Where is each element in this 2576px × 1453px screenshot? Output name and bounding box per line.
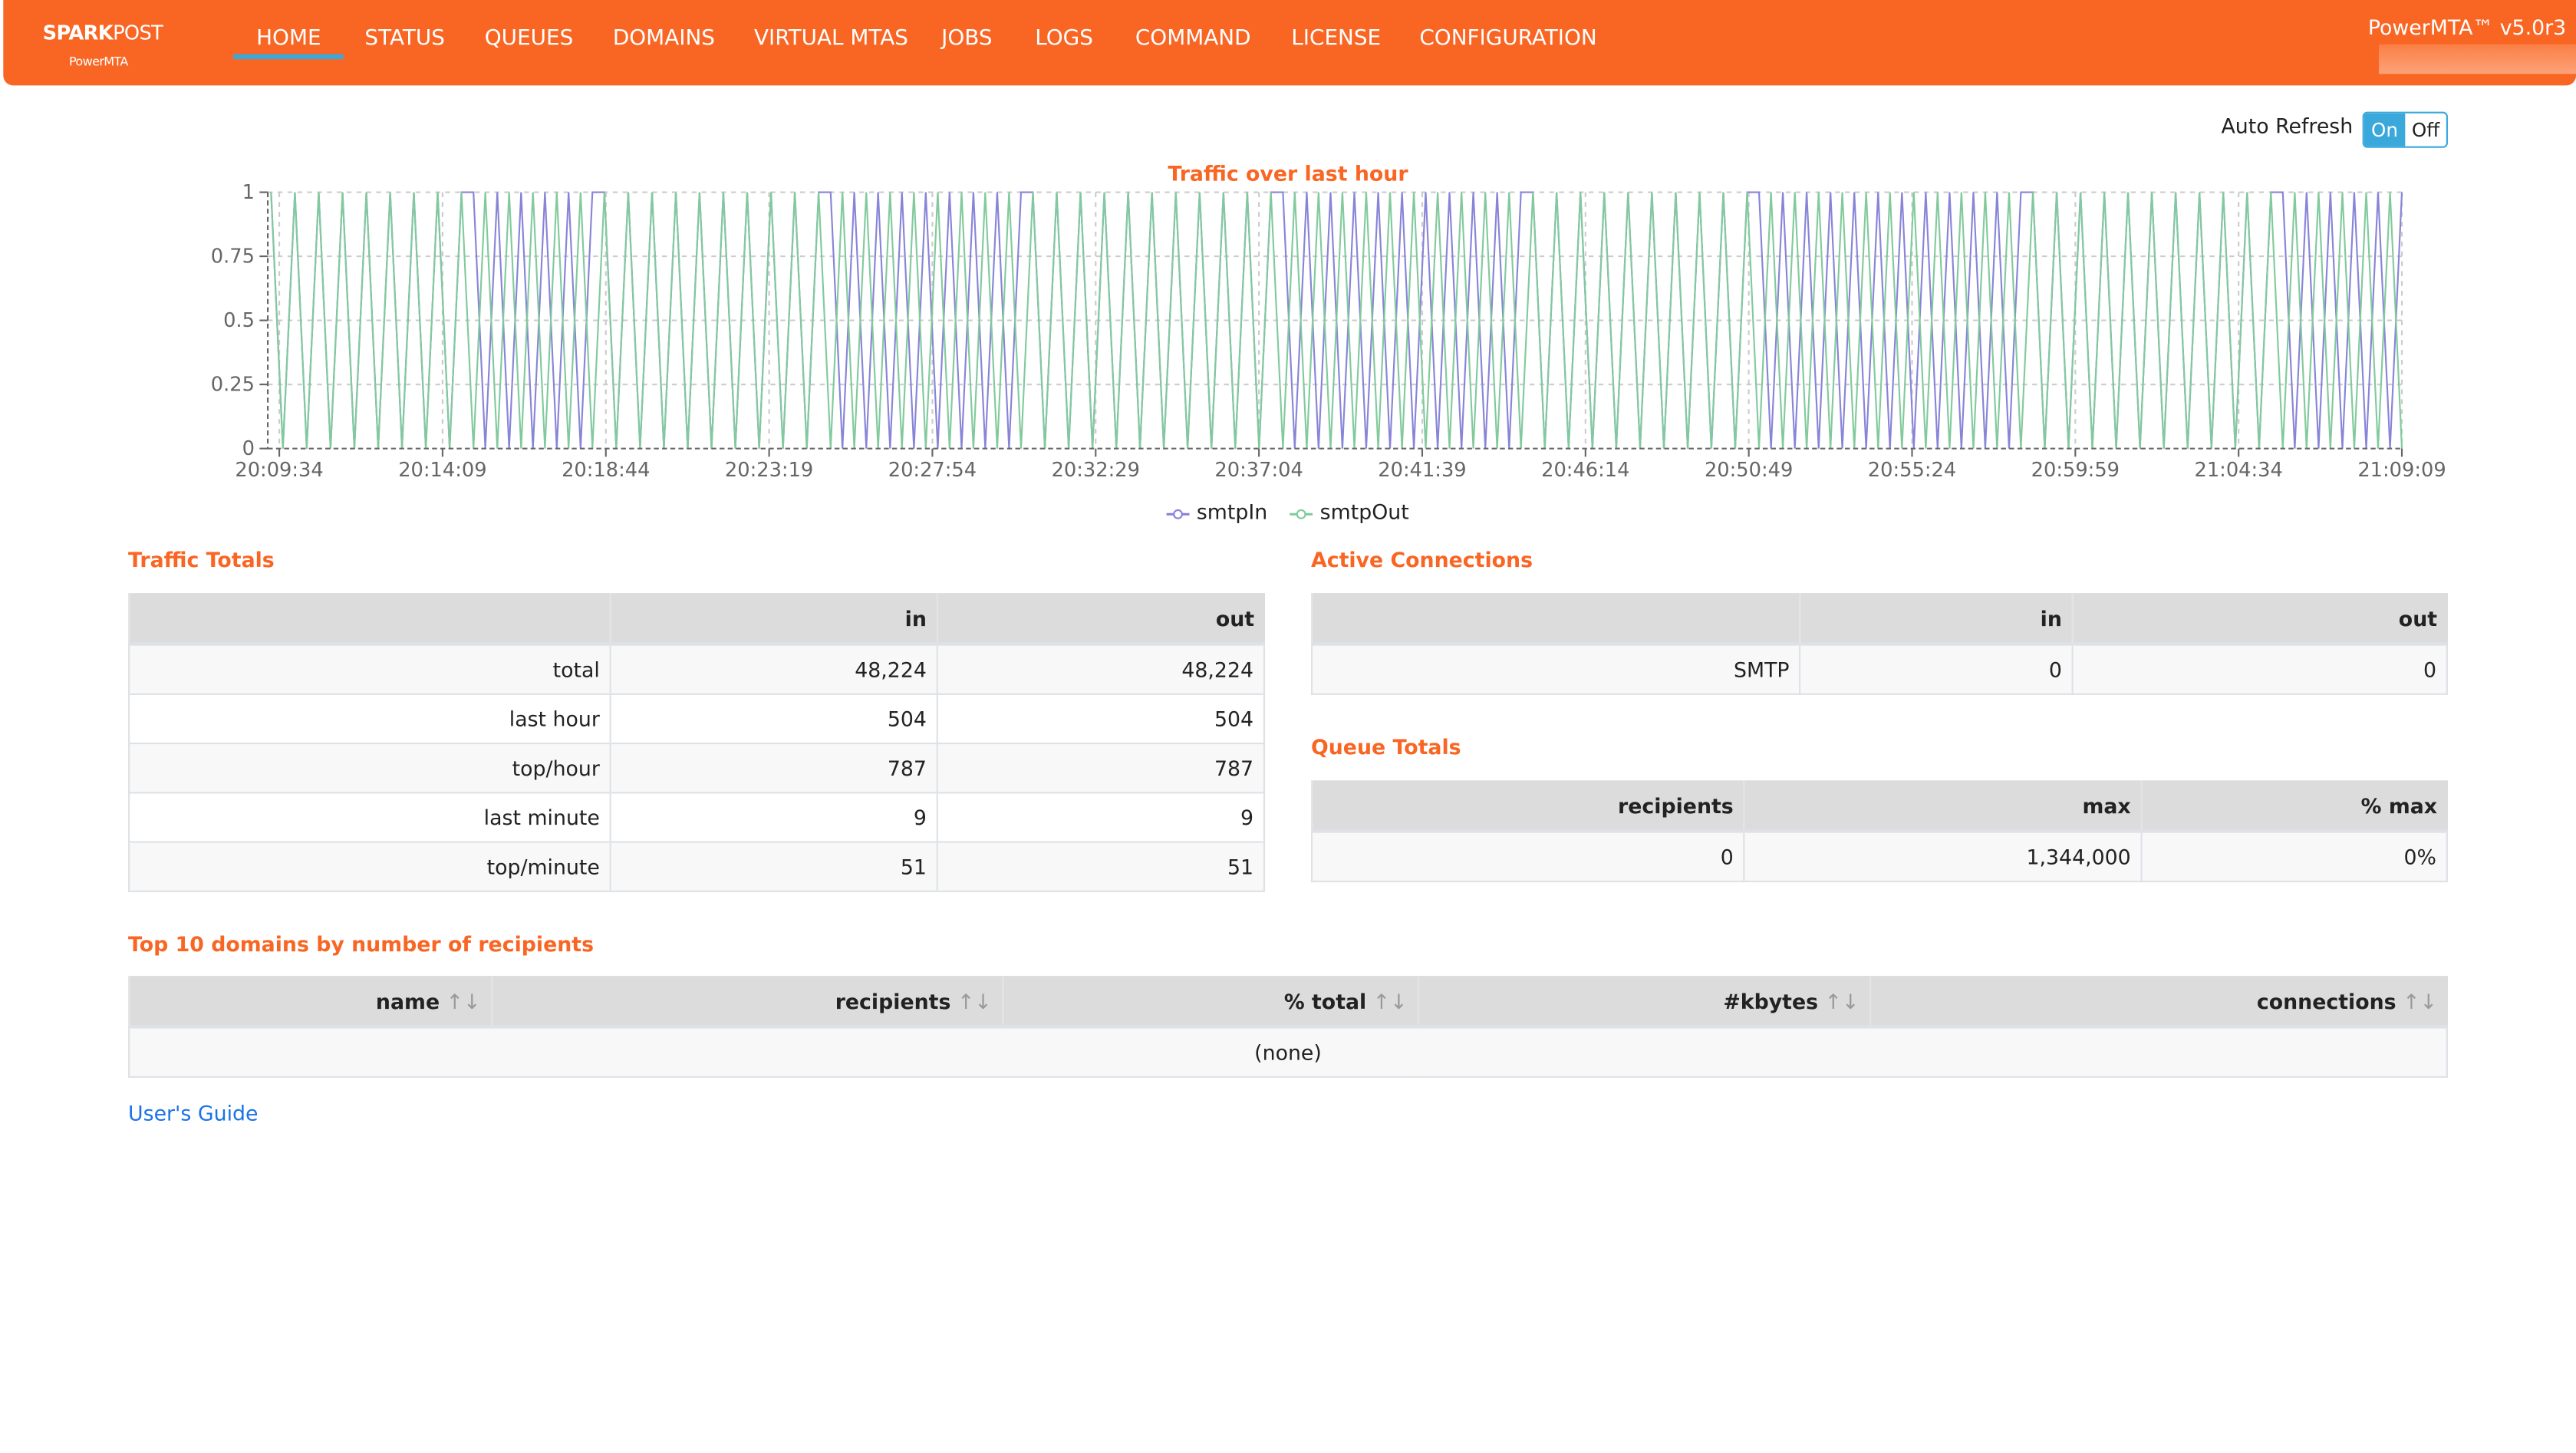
x-tick-label: 20:32:29 <box>1052 459 1140 482</box>
table-cell: 0 <box>1310 830 1745 883</box>
table-cell: 504 <box>936 693 1266 745</box>
column-header: % max <box>2140 780 2447 833</box>
column-header: out <box>2071 593 2447 646</box>
table-cell: 9 <box>936 792 1266 843</box>
table-row: last hour 504 504 <box>128 693 1266 745</box>
table-cell: 48,224 <box>936 643 1266 695</box>
table-cell: last minute <box>128 792 611 843</box>
empty-row: (none) <box>128 1026 2448 1078</box>
table-cell: last hour <box>128 693 611 745</box>
column-header: in <box>609 593 937 646</box>
top-domains-table: name ↑↓ recipients ↑↓% total ↑↓ #kbytes ↑↓ conn… <box>128 976 2448 1078</box>
x-tick-label: 20:18:44 <box>562 459 650 482</box>
active-connections-table: in out SMTP 0 0 <box>1310 593 2448 695</box>
y-tick-label: 0.5 <box>223 309 255 332</box>
top-domains-heading: Top 10 domains by number of recipients <box>128 931 595 957</box>
table-cell: 1,344,000 <box>1743 830 2143 883</box>
x-tick-label: 20:37:04 <box>1214 459 1303 482</box>
x-tick-label: 20:23:19 <box>725 459 813 482</box>
column-header[interactable]: recipients ↑↓ <box>490 976 1003 1029</box>
x-tick-label: 20:50:49 <box>1705 459 1793 482</box>
users-guide-link[interactable]: User's Guide <box>128 1101 258 1125</box>
legend-smtpout[interactable]: smtpOut <box>1290 499 1409 524</box>
active-connections-heading: Active Connections <box>1310 547 1533 572</box>
y-tick-label: 0.25 <box>211 374 255 397</box>
y-tick-label: 0.75 <box>211 245 255 269</box>
table-cell: 9 <box>609 792 938 843</box>
column-header: out <box>936 593 1264 646</box>
table-cell: SMTP <box>1310 643 1801 695</box>
queue-totals-heading: Queue Totals <box>1310 734 1461 759</box>
column-header[interactable]: % total ↑↓ <box>1001 976 1418 1029</box>
x-tick-label: 20:09:34 <box>235 459 323 482</box>
table-row: total 48,224 48,224 <box>128 643 1266 695</box>
column-header: max <box>1743 780 2142 833</box>
column-header: in <box>1799 593 2073 646</box>
column-header[interactable]: name ↑↓ <box>128 976 492 1029</box>
column-header[interactable]: connections ↑↓ <box>1869 976 2447 1029</box>
y-tick-label: 1 <box>242 181 255 204</box>
queue-totals-table: recipients max% max 0 1,344,000 0% <box>1310 780 2448 883</box>
table-cell: 0 <box>1799 643 2074 695</box>
x-tick-label: 20:55:24 <box>1868 459 1956 482</box>
table-cell: 504 <box>609 693 938 745</box>
traffic-totals-heading: Traffic Totals <box>128 547 275 572</box>
column-header[interactable]: #kbytes ↑↓ <box>1417 976 1870 1029</box>
table-cell: top/minute <box>128 841 611 892</box>
x-tick-label: 20:14:09 <box>398 459 486 482</box>
sort-icon[interactable]: ↑↓ <box>2403 988 2437 1013</box>
header-row: in out <box>128 593 1264 646</box>
header-row: name ↑↓ recipients ↑↓% total ↑↓ #kbytes ↑↓ conn… <box>128 976 2447 1029</box>
sort-icon[interactable]: ↑↓ <box>1373 988 1408 1013</box>
table-cell: 48,224 <box>609 643 938 695</box>
x-tick-label: 20:41:39 <box>1378 459 1466 482</box>
table-cell: 787 <box>609 743 938 794</box>
x-tick-label: 20:59:59 <box>2031 459 2120 482</box>
sort-icon[interactable]: ↑↓ <box>957 988 992 1013</box>
empty-message: (none) <box>128 1026 2448 1078</box>
sort-icon[interactable]: ↑↓ <box>1825 988 1860 1013</box>
table-cell: 0 <box>2071 643 2448 695</box>
column-header <box>1310 593 1800 646</box>
table-cell: top/hour <box>128 743 611 794</box>
app: SPARKPOST PowerMTA HOME STATUS QUEUES DOMAIN… <box>0 0 2576 1452</box>
header-row: in out <box>1310 593 2447 646</box>
column-header <box>128 593 611 646</box>
x-tick-label: 20:27:54 <box>888 459 977 482</box>
table-row: top/minute 51 51 <box>128 841 1266 892</box>
table-cell: 51 <box>936 841 1266 892</box>
traffic-chart: 0 0.25 0.5 0.75 1 20:09:34 20:14:09 20:18:44 20:… <box>211 181 2446 482</box>
x-tick-label: 21:04:34 <box>2194 459 2282 482</box>
table-cell: 51 <box>609 841 938 892</box>
table-row: 0 1,344,000 0% <box>1310 830 2448 883</box>
header-row: recipients max% max <box>1310 780 2447 833</box>
traffic-totals-table: in out total 48,224 48,224 last hour 504 504 top… <box>128 593 1266 892</box>
table-row: last minute 9 9 <box>128 792 1266 843</box>
x-tick-label: 21:09:09 <box>2357 459 2446 482</box>
table-cell: 787 <box>936 743 1266 794</box>
table-cell: total <box>128 643 611 695</box>
y-tick-label: 0 <box>242 437 255 460</box>
table-row: SMTP 0 0 <box>1310 643 2448 695</box>
column-header: recipients <box>1310 780 1744 833</box>
table-row: top/hour 787 787 <box>128 743 1266 794</box>
x-tick-label: 20:46:14 <box>1541 459 1629 482</box>
table-cell: 0% <box>2140 830 2448 883</box>
chart-legend: smtpIn smtpOut <box>0 499 2576 524</box>
sort-icon[interactable]: ↑↓ <box>446 988 481 1013</box>
legend-smtpin[interactable]: smtpIn <box>1167 499 1267 524</box>
